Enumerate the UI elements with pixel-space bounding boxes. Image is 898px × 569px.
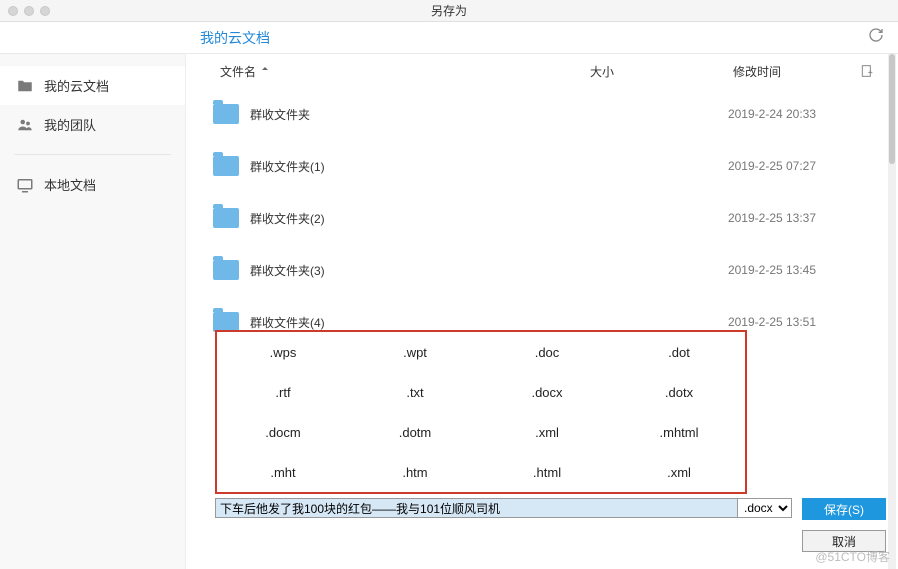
window-controls bbox=[0, 6, 50, 16]
file-time: 2019-2-25 13:51 bbox=[662, 315, 882, 329]
toolbar: 我的云文档 bbox=[0, 22, 898, 54]
extension-option[interactable]: .rtf bbox=[217, 372, 349, 412]
new-folder-icon[interactable] bbox=[852, 63, 882, 79]
folder-icon bbox=[213, 312, 239, 332]
extension-option[interactable]: .txt bbox=[349, 372, 481, 412]
file-time: 2019-2-24 20:33 bbox=[662, 107, 882, 121]
table-row[interactable]: 群收文件夹 2019-2-24 20:33 bbox=[186, 88, 898, 140]
scrollbar-thumb[interactable] bbox=[889, 54, 895, 164]
folder-icon bbox=[213, 208, 239, 228]
col-name[interactable]: 文件名 bbox=[202, 63, 542, 80]
file-time: 2019-2-25 07:27 bbox=[662, 159, 882, 173]
sidebar: 我的云文档 我的团队 本地文档 bbox=[0, 54, 186, 569]
extension-select[interactable]: .docx bbox=[737, 499, 791, 517]
folder-icon bbox=[213, 156, 239, 176]
extension-option[interactable]: .dotx bbox=[613, 372, 745, 412]
file-list: 群收文件夹 2019-2-24 20:33 群收文件夹(1) 2019-2-25… bbox=[186, 88, 898, 569]
sidebar-item-label: 本地文档 bbox=[44, 175, 96, 194]
file-name: 群收文件夹 bbox=[250, 106, 542, 123]
sidebar-item-label: 我的团队 bbox=[44, 115, 96, 134]
extension-option[interactable]: .mhtml bbox=[613, 412, 745, 452]
file-time: 2019-2-25 13:37 bbox=[662, 211, 882, 225]
filename-row: .docx bbox=[215, 498, 792, 518]
sidebar-item-cloud-docs[interactable]: 我的云文档 bbox=[0, 66, 185, 105]
table-row[interactable]: 群收文件夹(3) 2019-2-25 13:45 bbox=[186, 244, 898, 296]
device-icon bbox=[16, 176, 34, 194]
col-size[interactable]: 大小 bbox=[542, 63, 662, 80]
sidebar-item-team[interactable]: 我的团队 bbox=[0, 105, 185, 144]
folder-icon bbox=[213, 104, 239, 124]
extension-option[interactable]: .dot bbox=[613, 332, 745, 372]
extension-option[interactable]: .doc bbox=[481, 332, 613, 372]
file-time: 2019-2-25 13:45 bbox=[662, 263, 882, 277]
column-headers: 文件名 大小 修改时间 bbox=[186, 54, 898, 88]
zoom-icon[interactable] bbox=[40, 6, 50, 16]
extension-option[interactable]: .dotm bbox=[349, 412, 481, 452]
extension-option[interactable]: .xml bbox=[481, 412, 613, 452]
extension-option[interactable]: .docx bbox=[481, 372, 613, 412]
folder-icon bbox=[213, 260, 239, 280]
extension-option[interactable]: .mht bbox=[217, 452, 349, 492]
team-icon bbox=[16, 116, 34, 134]
window-title: 另存为 bbox=[431, 2, 467, 19]
extension-option[interactable]: .wpt bbox=[349, 332, 481, 372]
sidebar-item-label: 我的云文档 bbox=[44, 76, 109, 95]
file-name: 群收文件夹(1) bbox=[250, 158, 542, 175]
refresh-icon[interactable] bbox=[868, 27, 884, 48]
save-button[interactable]: 保存(S) bbox=[802, 498, 886, 520]
sidebar-item-local-docs[interactable]: 本地文档 bbox=[0, 165, 185, 204]
table-row[interactable]: 群收文件夹(2) 2019-2-25 13:37 bbox=[186, 192, 898, 244]
extension-grid: .wps.wpt.doc.dot .rtf.txt.docx.dotx .docm.… bbox=[215, 330, 747, 494]
divider bbox=[14, 154, 171, 155]
filename-input[interactable] bbox=[216, 499, 737, 517]
table-row[interactable]: 群收文件夹(1) 2019-2-25 07:27 bbox=[186, 140, 898, 192]
file-name: 群收文件夹(3) bbox=[250, 262, 542, 279]
file-name: 群收文件夹(4) bbox=[250, 314, 542, 331]
extension-option[interactable]: .html bbox=[481, 452, 613, 492]
bottom-bar: .docx 保存(S) 取消 bbox=[215, 498, 886, 552]
folder-icon bbox=[16, 77, 34, 95]
col-time[interactable]: 修改时间 bbox=[662, 63, 852, 80]
extension-option[interactable]: .htm bbox=[349, 452, 481, 492]
watermark: @51CTO博客 bbox=[815, 548, 890, 565]
extension-option[interactable]: .docm bbox=[217, 412, 349, 452]
close-icon[interactable] bbox=[8, 6, 18, 16]
minimize-icon[interactable] bbox=[24, 6, 34, 16]
titlebar: 另存为 bbox=[0, 0, 898, 22]
extension-option[interactable]: .xml bbox=[613, 452, 745, 492]
extension-option[interactable]: .wps bbox=[217, 332, 349, 372]
file-name: 群收文件夹(2) bbox=[250, 210, 542, 227]
sort-icon bbox=[260, 66, 270, 76]
breadcrumb[interactable]: 我的云文档 bbox=[200, 28, 270, 48]
scrollbar[interactable] bbox=[888, 54, 896, 569]
